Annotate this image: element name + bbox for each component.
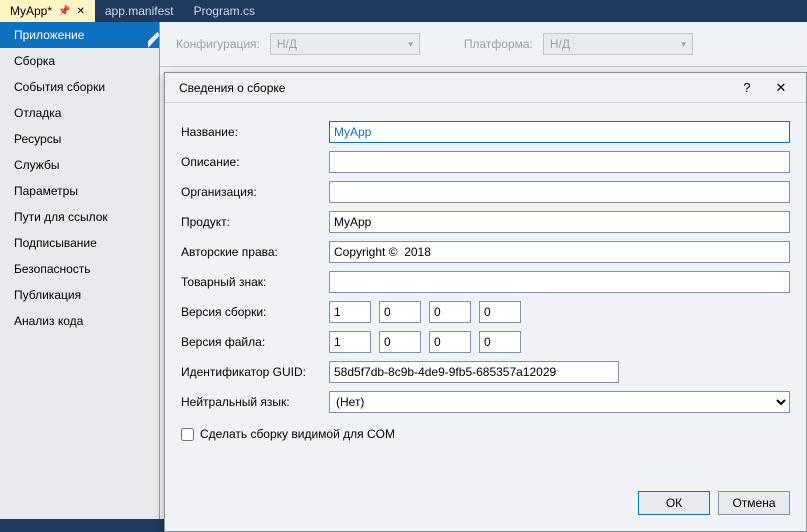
configuration-select: Н/Д ▾	[270, 33, 420, 55]
com-visible-checkbox[interactable]	[181, 428, 194, 441]
dialog-title: Сведения о сборке	[179, 81, 730, 95]
assembly-version-build[interactable]	[429, 301, 471, 323]
configuration-label: Конфигурация:	[176, 37, 260, 51]
sidebar-item-security[interactable]: Безопасность	[0, 256, 159, 282]
properties-sidebar: Приложение Сборка События сборки Отладка…	[0, 22, 160, 519]
company-input[interactable]	[329, 181, 790, 203]
content-area: Конфигурация: Н/Д ▾ Платформа: Н/Д ▾ Све…	[160, 22, 807, 519]
sidebar-item-reference-paths[interactable]: Пути для ссылок	[0, 204, 159, 230]
help-button[interactable]: ?	[730, 73, 764, 102]
com-visible-label: Сделать сборку видимой для COM	[200, 427, 395, 441]
assembly-version-major[interactable]	[329, 301, 371, 323]
sidebar-item-signing[interactable]: Подписывание	[0, 230, 159, 256]
dialog-titlebar: Сведения о сборке ? ✕	[165, 73, 806, 103]
file-version-label: Версия файла:	[181, 335, 321, 349]
platform-label: Платформа:	[464, 37, 533, 51]
cancel-button[interactable]: Отмена	[718, 491, 790, 515]
sidebar-item-code-analysis[interactable]: Анализ кода	[0, 308, 159, 334]
assembly-version-label: Версия сборки:	[181, 305, 321, 319]
language-select[interactable]: (Нет)	[329, 391, 790, 413]
description-input[interactable]	[329, 151, 790, 173]
assembly-version-minor[interactable]	[379, 301, 421, 323]
file-version-rev[interactable]	[479, 331, 521, 353]
guid-input[interactable]	[329, 361, 619, 383]
close-button[interactable]: ✕	[764, 73, 798, 102]
platform-select: Н/Д ▾	[543, 33, 693, 55]
file-version-build[interactable]	[429, 331, 471, 353]
close-icon[interactable]: ✕	[76, 6, 84, 17]
tab-programcs[interactable]: Program.cs	[184, 0, 265, 22]
sidebar-item-settings[interactable]: Параметры	[0, 178, 159, 204]
trademark-input[interactable]	[329, 271, 790, 293]
name-input[interactable]	[329, 121, 790, 143]
name-label: Название:	[181, 125, 321, 139]
product-input[interactable]	[329, 211, 790, 233]
config-row: Конфигурация: Н/Д ▾ Платформа: Н/Д ▾	[160, 22, 807, 67]
assembly-info-dialog: Сведения о сборке ? ✕ Название: Описание…	[164, 72, 807, 532]
pin-icon[interactable]: 📌	[58, 6, 70, 17]
configuration-value: Н/Д	[277, 37, 297, 51]
chevron-down-icon: ▾	[681, 39, 686, 50]
copyright-label: Авторские права:	[181, 245, 321, 259]
product-label: Продукт:	[181, 215, 321, 229]
description-label: Описание:	[181, 155, 321, 169]
sidebar-item-build[interactable]: Сборка	[0, 48, 159, 74]
sidebar-item-services[interactable]: Службы	[0, 152, 159, 178]
language-label: Нейтральный язык:	[181, 395, 321, 409]
platform-value: Н/Д	[550, 37, 570, 51]
company-label: Организация:	[181, 185, 321, 199]
sidebar-item-debug[interactable]: Отладка	[0, 100, 159, 126]
file-version-major[interactable]	[329, 331, 371, 353]
sidebar-item-publish[interactable]: Публикация	[0, 282, 159, 308]
copyright-input[interactable]	[329, 241, 790, 263]
trademark-label: Товарный знак:	[181, 275, 321, 289]
tab-label: app.manifest	[105, 4, 174, 18]
assembly-version-rev[interactable]	[479, 301, 521, 323]
tab-appmanifest[interactable]: app.manifest	[95, 0, 184, 22]
file-version-minor[interactable]	[379, 331, 421, 353]
tab-label: MyApp*	[10, 4, 52, 18]
document-tabs: MyApp* 📌 ✕ app.manifest Program.cs	[0, 0, 807, 22]
guid-label: Идентификатор GUID:	[181, 365, 321, 379]
chevron-down-icon: ▾	[408, 39, 413, 50]
sidebar-item-build-events[interactable]: События сборки	[0, 74, 159, 100]
tab-label: Program.cs	[194, 4, 255, 18]
tab-myapp[interactable]: MyApp* 📌 ✕	[0, 0, 95, 22]
sidebar-item-resources[interactable]: Ресурсы	[0, 126, 159, 152]
ok-button[interactable]: ОК	[638, 491, 710, 515]
sidebar-item-application[interactable]: Приложение	[0, 22, 159, 48]
